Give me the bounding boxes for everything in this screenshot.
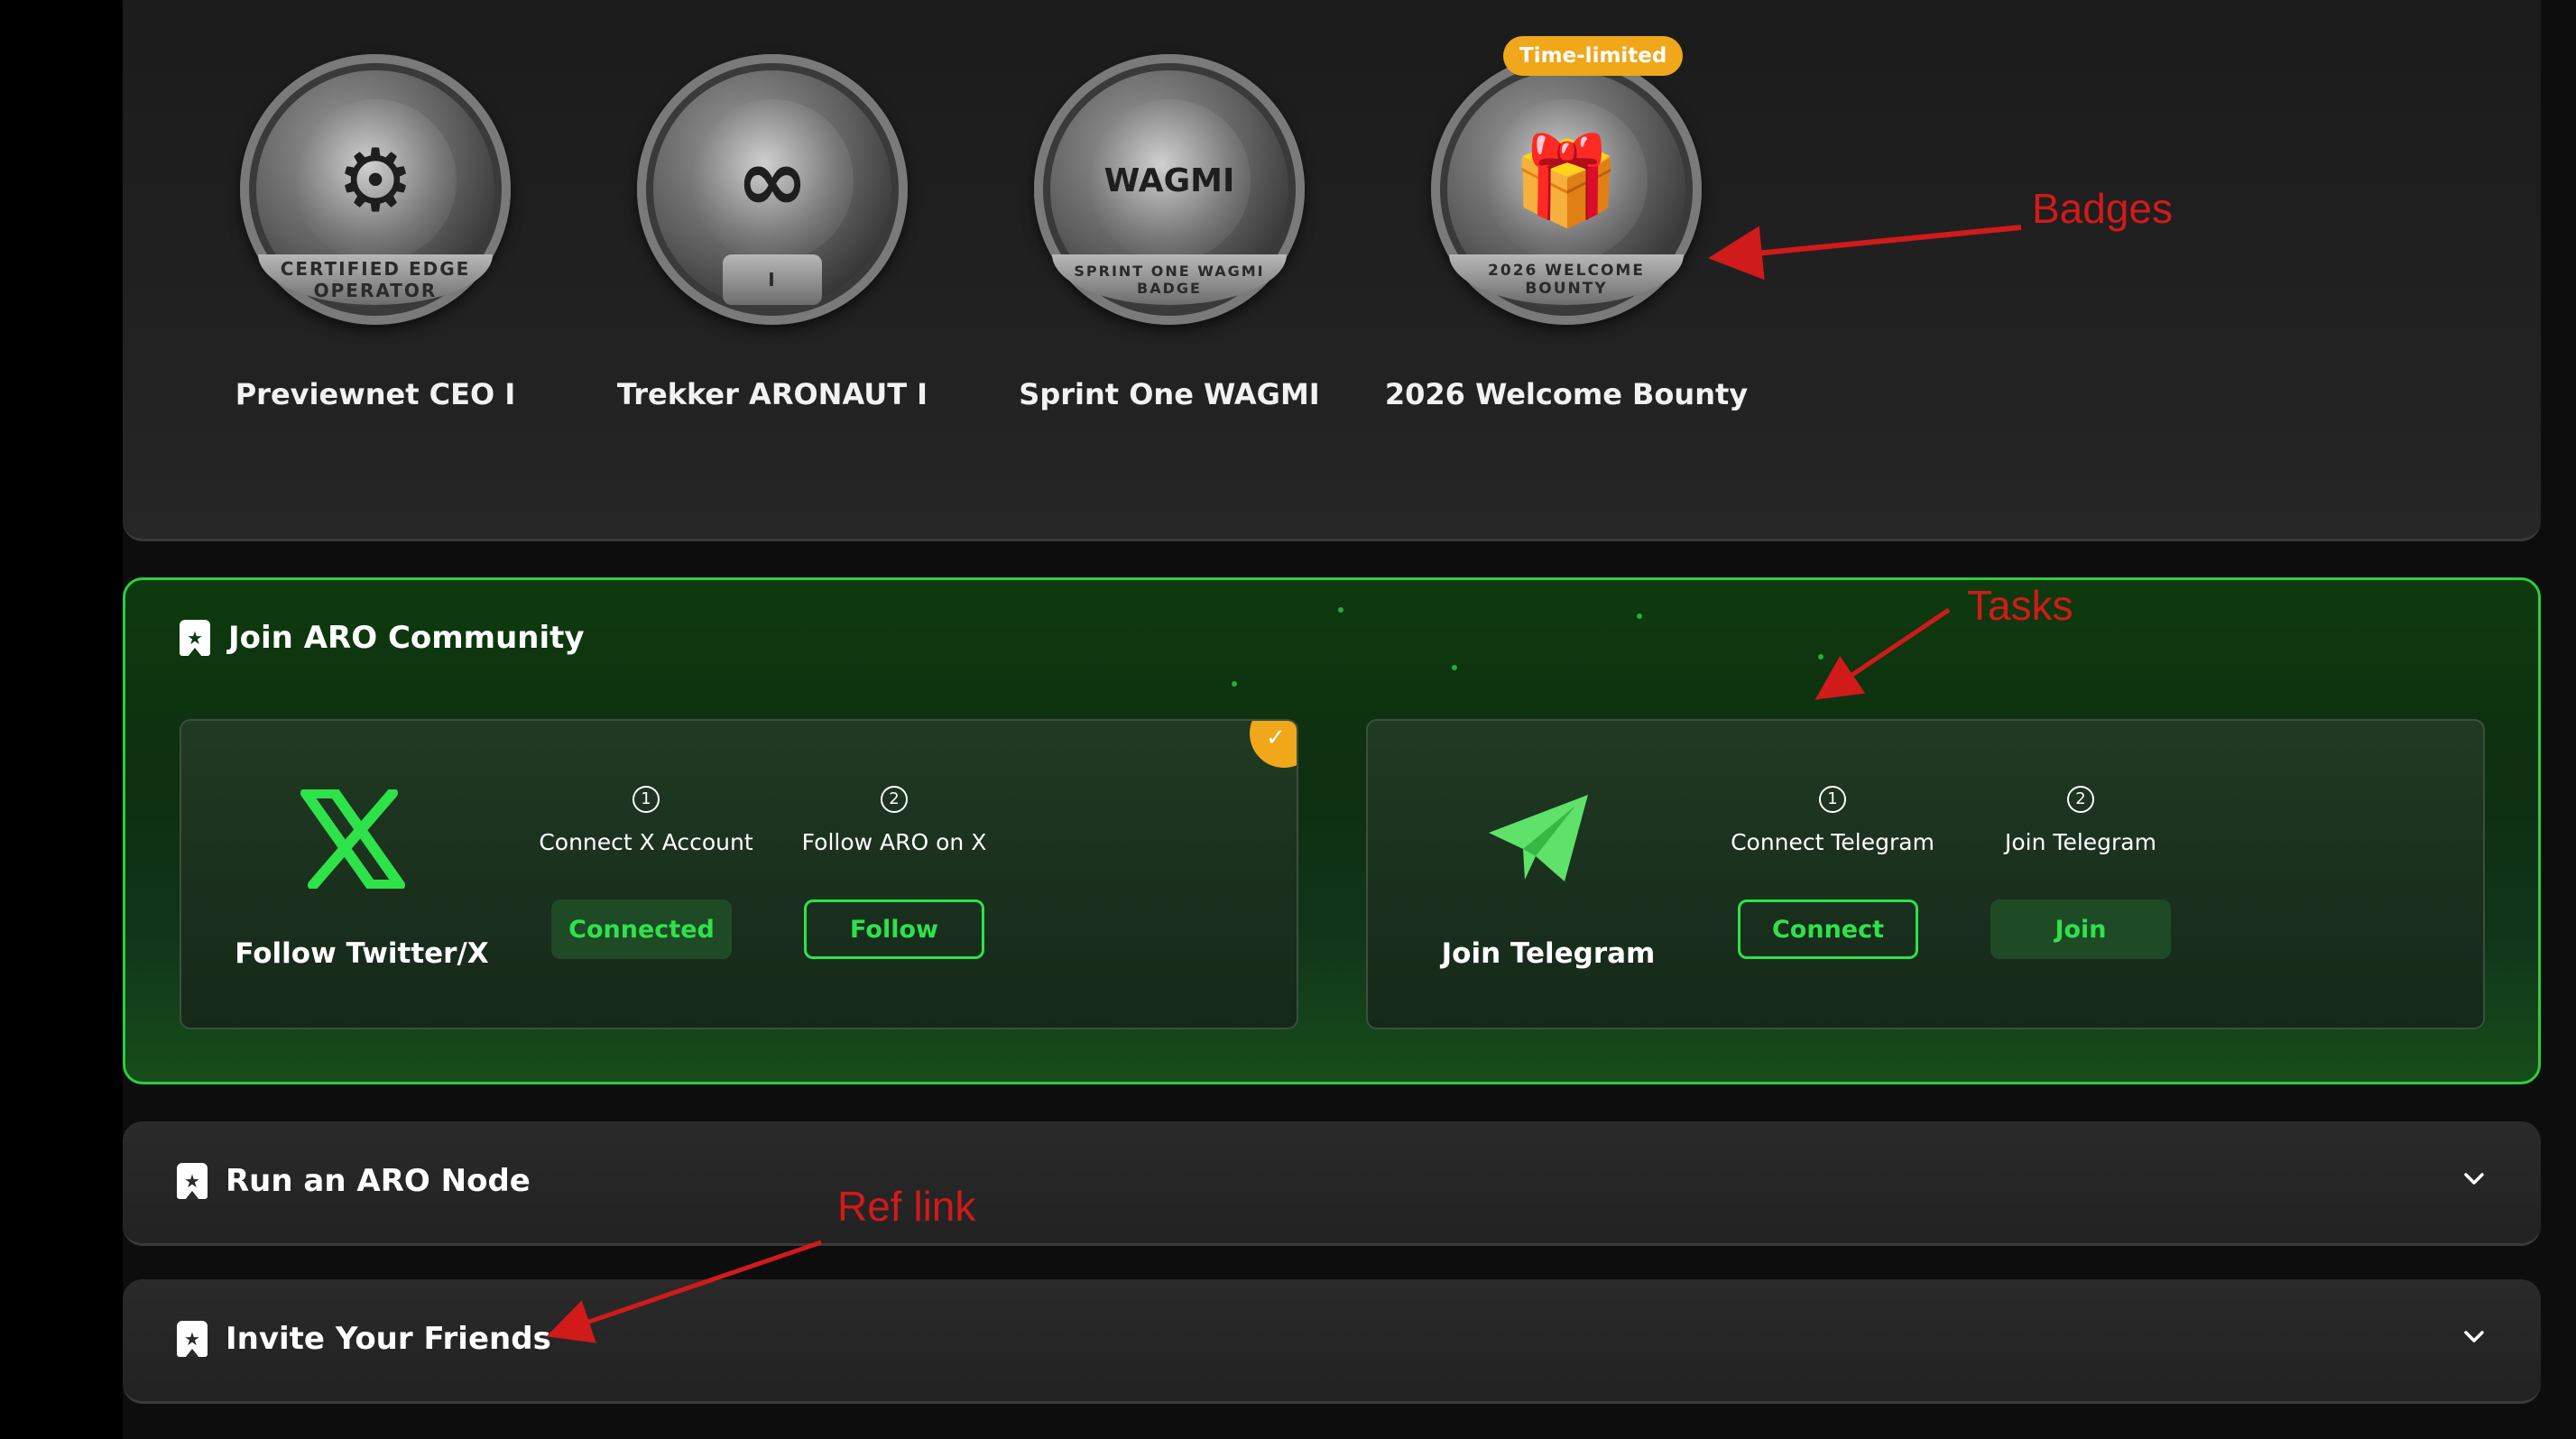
bookmark-star-icon: ★ — [180, 620, 210, 657]
section-title: Invite Your Friends — [226, 1321, 551, 1357]
sparkle-decoration — [1637, 613, 1642, 619]
badges-panel: ⚙ CERTIFIED EDGE OPERATOR Previewnet CEO… — [123, 0, 2541, 541]
community-panel: ★ Join ARO Community ✓ Follow Twitter/X … — [123, 577, 2541, 1084]
checkmark-icon: ✓ — [1266, 724, 1286, 752]
badge-title: Sprint One WAGMI — [1019, 377, 1320, 411]
task-card-telegram: Join Telegram 1 Connect Telegram Connect… — [1366, 719, 2485, 1029]
badge-welcome-bounty[interactable]: Time-limited 🎁 2026 WELCOME BOUNTY 2026 … — [1377, 18, 1756, 411]
badge-title: Previewnet CEO I — [235, 377, 516, 411]
completed-check-badge: ✓ — [1250, 721, 1297, 768]
community-title: Join ARO Community — [228, 620, 585, 656]
badge-medal: 🎁 2026 WELCOME BOUNTY — [1431, 54, 1702, 325]
bookmark-star-icon: ★ — [177, 1163, 208, 1200]
x-logo-icon — [290, 780, 416, 898]
sparkle-decoration — [1452, 665, 1457, 670]
step-number: 2 — [2067, 786, 2094, 813]
annotation-tasks-label: Tasks — [1967, 582, 2073, 629]
connect-telegram-button[interactable]: Connect — [1738, 899, 1918, 959]
robot-operator-icon: ⚙ — [294, 99, 457, 262]
step-follow-aro: 2 Follow ARO on X — [777, 786, 1011, 855]
step-label: Follow ARO on X — [801, 829, 987, 855]
badge-previewnet-ceo[interactable]: ⚙ CERTIFIED EDGE OPERATOR Previewnet CEO… — [186, 18, 565, 411]
section-invite-friends[interactable]: ★ Invite Your Friends — [123, 1279, 2541, 1404]
task-name: Join Telegram — [1441, 937, 1656, 970]
badge-ribbon-text: CERTIFIED EDGE OPERATOR — [258, 254, 493, 305]
infinity-icon: ∞ — [691, 99, 854, 262]
badge-title: Trekker ARONAUT I — [616, 377, 928, 411]
annotation-badges-label: Badges — [2032, 185, 2174, 232]
step-connect-telegram: 1 Connect Telegram — [1715, 786, 1950, 855]
badge-ribbon-text: SPRINT ONE WAGMI BADGE — [1052, 254, 1287, 305]
bookmark-star-icon: ★ — [177, 1321, 208, 1358]
time-limited-tag: Time-limited — [1503, 36, 1684, 76]
chevron-down-icon[interactable] — [2461, 1324, 2487, 1350]
join-telegram-button[interactable]: Join — [1990, 899, 2171, 959]
badge-trekker-aronaut[interactable]: ∞ I Trekker ARONAUT I — [583, 18, 962, 411]
telegram-icon — [1476, 780, 1602, 898]
wagmi-emblem-icon: WAGMI — [1088, 99, 1251, 262]
task-name: Follow Twitter/X — [235, 937, 489, 970]
step-join-telegram: 2 Join Telegram — [1963, 786, 2198, 855]
badge-ribbon-text: 2026 WELCOME BOUNTY — [1449, 254, 1684, 305]
sparkle-decoration — [1818, 654, 1824, 660]
section-run-node[interactable]: ★ Run an ARO Node — [123, 1121, 2541, 1246]
badge-medal: ∞ I — [637, 54, 908, 325]
step-label: Connect Telegram — [1731, 829, 1934, 855]
badge-ribbon-text: I — [723, 254, 822, 305]
sparkle-decoration — [1338, 607, 1343, 613]
task-card-twitter: ✓ Follow Twitter/X 1 Connect X Account C… — [180, 719, 1298, 1029]
step-number: 1 — [1819, 786, 1846, 813]
gift-box-icon: 🎁 — [1485, 99, 1648, 262]
community-header: ★ Join ARO Community — [180, 620, 585, 657]
step-number: 2 — [881, 786, 908, 813]
sparkle-decoration — [1232, 681, 1237, 687]
badge-title: 2026 Welcome Bounty — [1384, 377, 1749, 411]
chevron-down-icon[interactable] — [2461, 1167, 2487, 1192]
follow-button[interactable]: Follow — [804, 899, 984, 959]
badge-medal: WAGMI SPRINT ONE WAGMI BADGE — [1034, 54, 1305, 325]
step-connect-x: 1 Connect X Account — [529, 786, 763, 855]
section-header: ★ Run an ARO Node — [177, 1163, 531, 1200]
badge-sprint-one-wagmi[interactable]: WAGMI SPRINT ONE WAGMI BADGE Sprint One … — [980, 18, 1359, 411]
step-label: Join Telegram — [2005, 829, 2156, 855]
section-title: Run an ARO Node — [226, 1163, 531, 1199]
connected-button[interactable]: Connected — [551, 899, 732, 959]
page-left-edge — [0, 0, 123, 1439]
annotation-ref-link-label: Ref link — [837, 1183, 976, 1230]
badge-medal: ⚙ CERTIFIED EDGE OPERATOR — [240, 54, 511, 325]
section-header: ★ Invite Your Friends — [177, 1321, 551, 1358]
step-label: Connect X Account — [539, 829, 753, 855]
step-number: 1 — [632, 786, 660, 813]
